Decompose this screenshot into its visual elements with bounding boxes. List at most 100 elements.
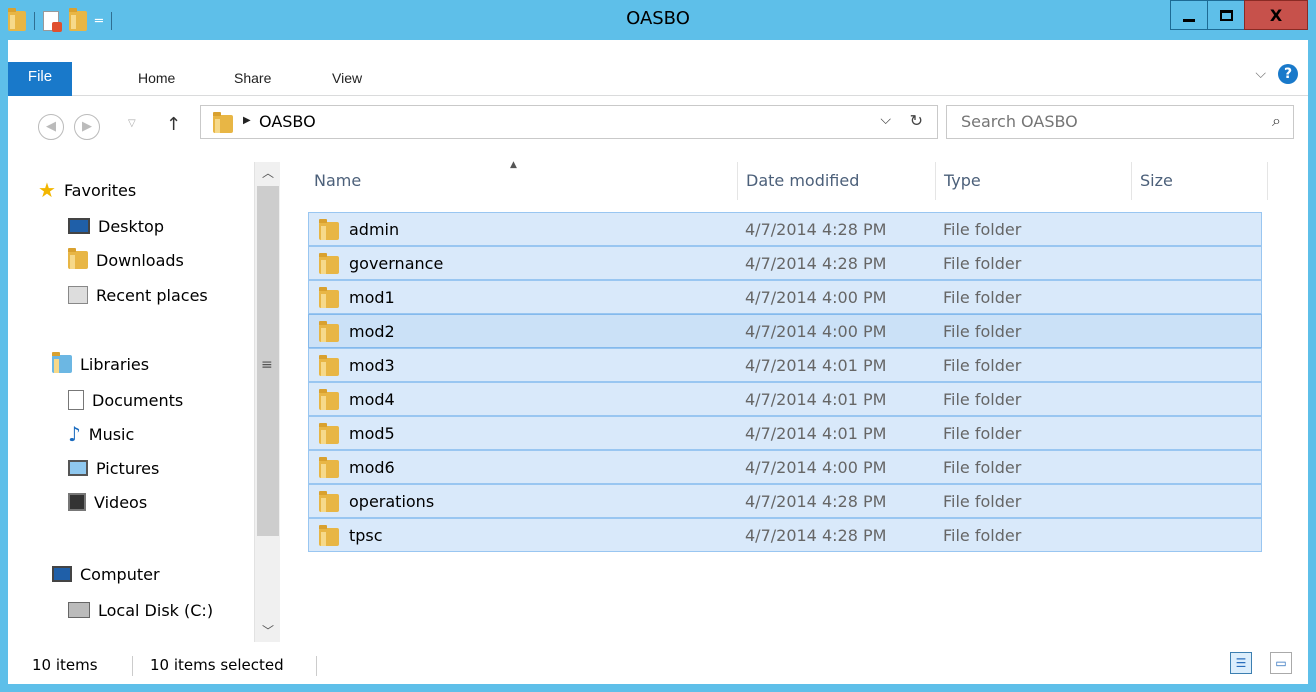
file-type: File folder (943, 356, 1022, 375)
folder-icon (319, 287, 339, 308)
selection-count: 10 items selected (150, 656, 284, 674)
breadcrumb-chevron-icon[interactable]: ▶ (243, 115, 251, 126)
nav-documents[interactable]: Documents (68, 386, 183, 414)
recent-locations-dropdown[interactable]: ▽ (128, 118, 136, 129)
star-icon: ★ (38, 178, 56, 202)
nav-downloads-label: Downloads (96, 250, 184, 270)
large-icons-view-icon: ▭ (1275, 656, 1287, 670)
file-row[interactable]: mod5 4/7/2014 4:01 PM File folder (308, 416, 1262, 450)
nav-libraries-label: Libraries (80, 354, 150, 374)
nav-music-label: Music (88, 424, 135, 444)
large-icons-view-button[interactable]: ▭ (1270, 652, 1292, 674)
address-row: ◀ ▶ ▽ ↑ ▶ OASBO ⌵ ↻ ⌕ (8, 96, 1308, 156)
back-button[interactable]: ◀ (38, 114, 64, 140)
file-row[interactable]: tpsc 4/7/2014 4:28 PM File folder (308, 518, 1262, 552)
nav-scrollbar[interactable]: ︿ ≡ ﹀ (254, 162, 280, 642)
breadcrumb-oasbo[interactable]: OASBO (259, 112, 316, 131)
scroll-up-icon[interactable]: ︿ (255, 164, 281, 181)
file-list: ▲ Name Date modified Type Size admin 4/7… (306, 156, 1306, 646)
file-row[interactable]: mod1 4/7/2014 4:00 PM File folder (308, 280, 1262, 314)
file-type: File folder (943, 424, 1022, 443)
file-name: mod5 (349, 424, 395, 443)
file-date: 4/7/2014 4:01 PM (745, 356, 887, 375)
folder-icon (319, 219, 339, 240)
libraries-icon (52, 352, 72, 373)
folder-icon (319, 321, 339, 342)
file-type: File folder (943, 254, 1022, 273)
nav-recent-places-label: Recent places (96, 285, 208, 305)
column-header-size[interactable]: Size (1132, 162, 1268, 200)
nav-local-disk[interactable]: Local Disk (C:) (68, 596, 213, 624)
file-row[interactable]: admin 4/7/2014 4:28 PM File folder (308, 212, 1262, 246)
address-bar[interactable]: ▶ OASBO ⌵ ↻ (200, 105, 938, 139)
file-date: 4/7/2014 4:01 PM (745, 390, 887, 409)
tab-share[interactable]: Share (234, 70, 271, 86)
column-header-date[interactable]: Date modified (738, 162, 936, 200)
tab-home[interactable]: Home (138, 70, 175, 86)
file-type: File folder (943, 526, 1022, 545)
maximize-button[interactable] (1207, 0, 1245, 30)
search-input[interactable] (961, 112, 1241, 131)
details-view-button[interactable]: ☰ (1230, 652, 1252, 674)
folder-icon (319, 355, 339, 376)
file-row[interactable]: operations 4/7/2014 4:28 PM File folder (308, 484, 1262, 518)
ribbon: File Home Share View ⌵ ? (8, 40, 1308, 96)
nav-libraries[interactable]: Libraries (52, 350, 149, 378)
nav-videos-label: Videos (94, 492, 148, 512)
file-date: 4/7/2014 4:00 PM (745, 458, 887, 477)
file-row[interactable]: mod6 4/7/2014 4:00 PM File folder (308, 450, 1262, 484)
scroll-down-icon[interactable]: ﹀ (255, 622, 281, 639)
folder-icon (319, 423, 339, 444)
nav-music[interactable]: ♪ Music (68, 420, 134, 448)
address-dropdown-icon[interactable]: ⌵ (880, 112, 891, 128)
up-button[interactable]: ↑ (166, 114, 181, 135)
details-view-icon: ☰ (1235, 656, 1247, 670)
minimize-button[interactable] (1170, 0, 1208, 30)
file-type: File folder (943, 220, 1022, 239)
file-row[interactable]: governance 4/7/2014 4:28 PM File folder (308, 246, 1262, 280)
forward-button[interactable]: ▶ (74, 114, 100, 140)
file-row[interactable]: mod3 4/7/2014 4:01 PM File folder (308, 348, 1262, 382)
videos-icon (68, 493, 86, 511)
up-arrow-icon: ↑ (166, 114, 182, 135)
file-name: tpsc (349, 526, 383, 545)
nav-desktop[interactable]: Desktop (68, 212, 164, 240)
folder-icon (213, 112, 233, 133)
search-icon[interactable]: ⌕ (1272, 111, 1281, 131)
folder-icon (319, 491, 339, 512)
expand-ribbon-icon[interactable]: ⌵ (1255, 66, 1266, 82)
file-date: 4/7/2014 4:01 PM (745, 424, 887, 443)
file-row[interactable]: mod2 4/7/2014 4:00 PM File folder (308, 314, 1262, 348)
close-icon: X (1269, 5, 1283, 25)
status-separator-2 (316, 656, 317, 676)
nav-downloads[interactable]: Downloads (68, 246, 184, 274)
file-name: governance (349, 254, 444, 273)
nav-videos[interactable]: Videos (68, 488, 147, 516)
tab-file[interactable]: File (8, 62, 72, 96)
search-box[interactable]: ⌕ (946, 105, 1294, 139)
nav-pictures[interactable]: Pictures (68, 454, 159, 482)
refresh-icon[interactable]: ↻ (910, 111, 923, 130)
nav-computer[interactable]: Computer (52, 560, 160, 588)
nav-recent-places[interactable]: Recent places (68, 281, 208, 309)
file-row[interactable]: mod4 4/7/2014 4:01 PM File folder (308, 382, 1262, 416)
nav-favorites[interactable]: ★ Favorites (38, 176, 136, 204)
file-name: mod6 (349, 458, 395, 477)
computer-icon (52, 566, 72, 582)
folder-icon (319, 253, 339, 274)
window-controls: X (1170, 0, 1308, 30)
tab-view[interactable]: View (332, 70, 362, 86)
status-bar: 10 items 10 items selected ☰ ▭ (8, 646, 1308, 684)
help-icon[interactable]: ? (1278, 64, 1298, 84)
file-name: admin (349, 220, 400, 239)
column-header-type[interactable]: Type (936, 162, 1132, 200)
desktop-icon (68, 218, 90, 234)
file-name: mod1 (349, 288, 395, 307)
maximize-icon (1219, 9, 1233, 21)
item-count: 10 items (32, 656, 98, 674)
file-name: mod2 (349, 322, 395, 341)
close-button[interactable]: X (1244, 0, 1308, 30)
column-header-name[interactable]: Name (306, 162, 738, 200)
file-date: 4/7/2014 4:00 PM (745, 288, 887, 307)
back-icon: ◀ (46, 119, 56, 134)
